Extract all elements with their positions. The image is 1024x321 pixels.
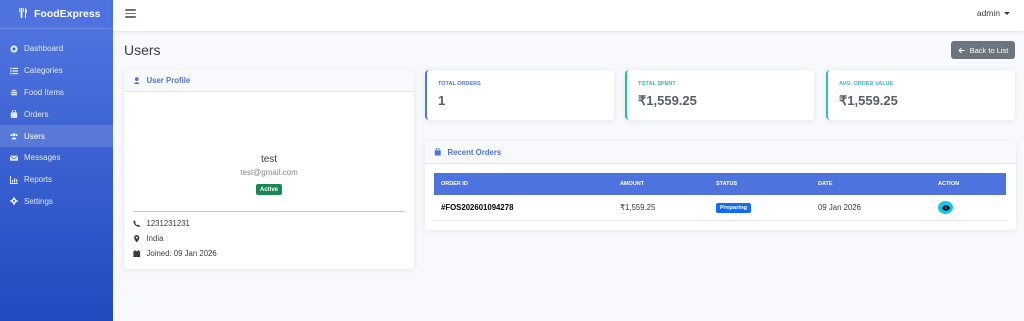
dashboard-icon bbox=[9, 44, 18, 53]
profile-phone: 1231231231 bbox=[146, 219, 190, 228]
profile-location-row: India bbox=[133, 234, 163, 243]
user-menu[interactable]: admin bbox=[977, 8, 1010, 18]
phone-icon bbox=[133, 220, 141, 227]
order-status-cell: Preparing bbox=[709, 202, 811, 213]
stat-value: ₹1,559.25 bbox=[839, 93, 898, 108]
column-header-status[interactable]: STATUS bbox=[709, 181, 811, 187]
status-badge: Active bbox=[256, 184, 283, 195]
sidebar-item-label: Settings bbox=[24, 196, 53, 206]
sidebar-item-label: Messages bbox=[24, 153, 61, 163]
table-row[interactable]: #FOS202601094278 ₹1,559.25 Preparing 09 … bbox=[434, 195, 1006, 221]
shopping-bag-icon bbox=[434, 148, 441, 156]
total-orders-card: TOTAL ORDERS 1 bbox=[425, 70, 614, 120]
profile-location: India bbox=[146, 234, 164, 243]
orders-table: ORDER ID AMOUNT STATUS DATE ACTION #FOS2… bbox=[434, 173, 1006, 221]
status-badge: Preparing bbox=[716, 203, 752, 213]
sidebar-item-label: Food Items bbox=[24, 87, 65, 97]
brand-logo[interactable]: FoodExpress bbox=[0, 0, 113, 28]
user-profile-card: User Profile test test@gmail.com Active … bbox=[124, 70, 414, 269]
profile-name: test bbox=[260, 154, 278, 165]
order-action-cell bbox=[931, 201, 1006, 214]
profile-joined-row: Joined: 09 Jan 2026 bbox=[133, 249, 217, 258]
avg-order-value-card: AVG. ORDER VALUE ₹1,559.25 bbox=[826, 70, 1015, 120]
topbar: admin bbox=[113, 0, 1024, 31]
users-icon bbox=[9, 132, 18, 141]
sidebar-item-categories[interactable]: Categories bbox=[0, 60, 113, 82]
back-to-list-button[interactable]: Back to List bbox=[951, 41, 1015, 59]
order-amount: ₹1,559.25 bbox=[620, 203, 656, 212]
recent-orders-card: Recent Orders ORDER ID AMOUNT STATUS DAT… bbox=[425, 141, 1016, 230]
utensils-icon bbox=[19, 7, 28, 21]
sidebar-nav: Dashboard Categories Food Items Orders U… bbox=[0, 38, 113, 212]
total-spent-card: TOTAL SPENT ₹1,559.25 bbox=[625, 70, 814, 120]
profile-joined: Joined: 09 Jan 2026 bbox=[146, 249, 217, 258]
calendar-icon bbox=[133, 249, 141, 258]
stat-label: AVG. ORDER VALUE bbox=[839, 81, 894, 87]
profile-phone-row: 1231231231 bbox=[133, 219, 190, 228]
stat-label: TOTAL ORDERS bbox=[438, 81, 481, 87]
sidebar-item-label: Reports bbox=[24, 175, 53, 185]
divider bbox=[133, 211, 405, 212]
sidebar-item-reports[interactable]: Reports bbox=[0, 169, 113, 191]
shopping-bag-icon bbox=[9, 110, 18, 119]
chart-icon bbox=[9, 175, 18, 184]
sidebar-item-label: Categories bbox=[24, 66, 63, 76]
stat-value: ₹1,559.25 bbox=[638, 93, 697, 108]
envelope-icon bbox=[9, 153, 18, 162]
eye-icon bbox=[941, 204, 950, 211]
profile-email: test@gmail.com bbox=[240, 168, 298, 177]
sidebar-item-food-items[interactable]: Food Items bbox=[0, 82, 113, 104]
sidebar-item-messages[interactable]: Messages bbox=[0, 147, 113, 169]
sidebar-toggle-icon[interactable] bbox=[125, 9, 136, 19]
sidebar-item-dashboard[interactable]: Dashboard bbox=[0, 38, 113, 60]
arrow-left-icon bbox=[957, 47, 965, 53]
user-icon bbox=[133, 76, 141, 85]
back-button-label: Back to List bbox=[969, 45, 1009, 55]
sidebar-item-users[interactable]: Users bbox=[0, 125, 113, 147]
chevron-down-icon bbox=[1004, 11, 1010, 15]
column-header-action: ACTION bbox=[938, 181, 960, 187]
sidebar-item-label: Orders bbox=[24, 109, 49, 119]
card-title: Recent Orders bbox=[447, 147, 502, 157]
column-header-amount[interactable]: AMOUNT bbox=[613, 181, 709, 187]
card-header: User Profile bbox=[124, 70, 414, 92]
user-name: admin bbox=[976, 8, 1000, 18]
sidebar: FoodExpress Dashboard Categories Food It… bbox=[0, 0, 113, 321]
column-header-date[interactable]: DATE bbox=[811, 181, 931, 187]
stat-label: TOTAL SPENT bbox=[638, 81, 676, 87]
sidebar-item-orders[interactable]: Orders bbox=[0, 103, 113, 125]
column-header-order-id[interactable]: ORDER ID bbox=[434, 181, 613, 187]
card-header: Recent Orders bbox=[425, 141, 1016, 164]
hamburger-food-icon bbox=[9, 88, 18, 97]
list-icon bbox=[9, 66, 18, 75]
sidebar-item-label: Dashboard bbox=[24, 44, 64, 54]
sidebar-divider bbox=[0, 28, 113, 29]
table-header: ORDER ID AMOUNT STATUS DATE ACTION bbox=[434, 173, 1006, 195]
gear-icon bbox=[9, 197, 18, 206]
view-order-button[interactable] bbox=[938, 201, 953, 214]
card-title: User Profile bbox=[146, 76, 191, 85]
order-id: #FOS202601094278 bbox=[441, 203, 514, 212]
sidebar-item-settings[interactable]: Settings bbox=[0, 191, 113, 213]
order-date: 09 Jan 2026 bbox=[818, 203, 861, 212]
map-marker-icon bbox=[134, 234, 140, 243]
brand-name: FoodExpress bbox=[34, 8, 101, 20]
sidebar-item-label: Users bbox=[24, 131, 45, 141]
stat-value: 1 bbox=[438, 93, 446, 108]
page-title: Users bbox=[124, 42, 161, 58]
